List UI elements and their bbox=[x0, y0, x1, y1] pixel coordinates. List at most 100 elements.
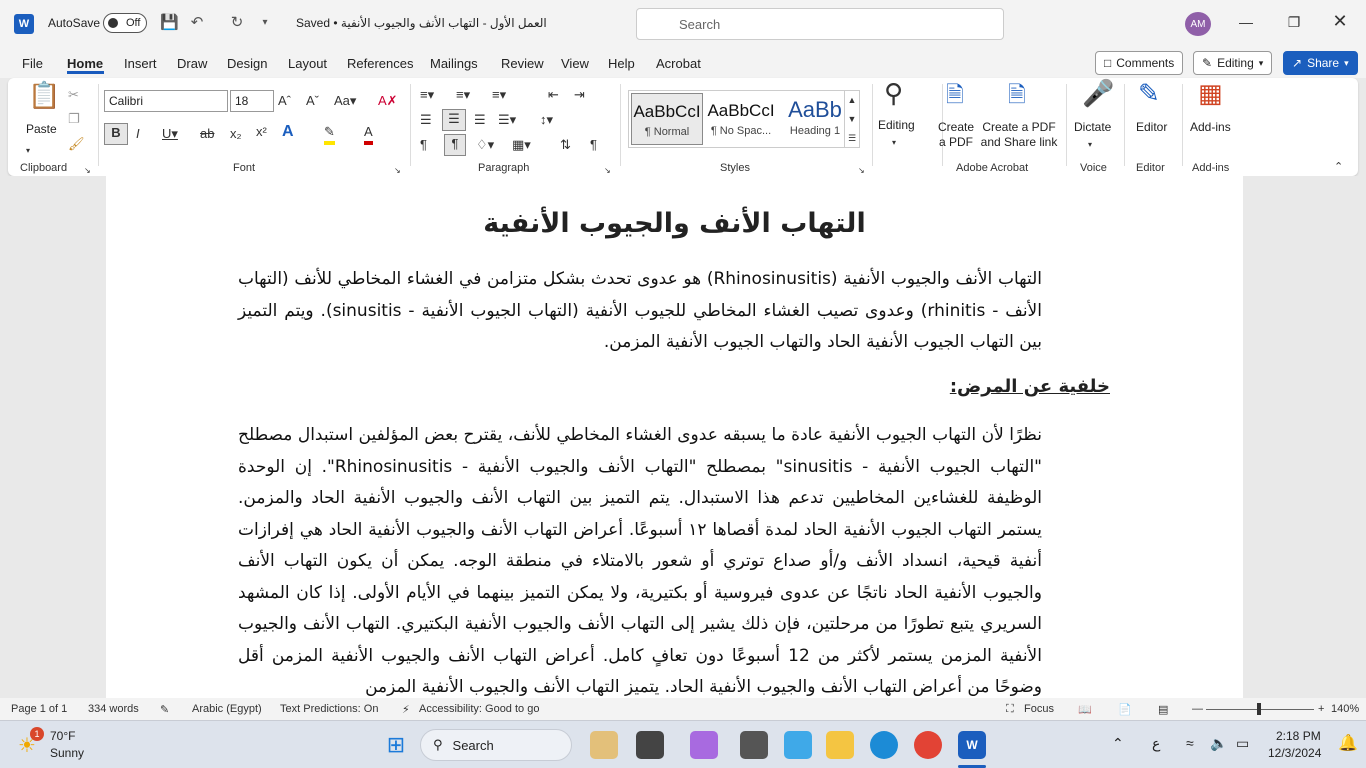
borders-icon[interactable]: ▦▾ bbox=[512, 136, 531, 154]
strikethrough-icon[interactable]: ab bbox=[200, 125, 214, 143]
user-avatar[interactable]: AM bbox=[1185, 12, 1211, 36]
create-pdf-share-button[interactable]: Create a PDF and Share link bbox=[978, 120, 1060, 150]
app-icon[interactable] bbox=[740, 731, 768, 759]
save-icon[interactable]: 💾 bbox=[160, 14, 179, 32]
close-icon[interactable]: ✕ bbox=[1330, 11, 1350, 32]
align-right-icon[interactable]: ☰ bbox=[474, 111, 486, 129]
multilevel-list-icon[interactable]: ≡▾ bbox=[492, 86, 506, 104]
search-input[interactable]: Search bbox=[636, 8, 1004, 40]
tab-file[interactable]: File bbox=[22, 56, 43, 71]
zoom-out-icon[interactable]: — bbox=[1192, 703, 1203, 715]
tab-design[interactable]: Design bbox=[227, 56, 267, 71]
windows-start-icon[interactable]: ⊞ bbox=[382, 732, 410, 760]
text-effects-icon[interactable]: A bbox=[282, 123, 294, 141]
battery-icon[interactable]: ▭ bbox=[1236, 735, 1249, 752]
settings-app-icon[interactable] bbox=[784, 731, 812, 759]
microphone-icon[interactable]: 🎤 bbox=[1082, 80, 1114, 106]
superscript-icon[interactable]: x² bbox=[256, 123, 267, 141]
clock-time[interactable]: 2:18 PM bbox=[1276, 729, 1321, 743]
comments-button[interactable]: □ Comments bbox=[1095, 51, 1184, 75]
restore-icon[interactable]: ❐ bbox=[1284, 14, 1304, 31]
ltr-direction-icon[interactable]: ¶ bbox=[420, 136, 427, 154]
bullets-icon[interactable]: ≡▾ bbox=[420, 86, 434, 104]
rtl-direction-icon[interactable]: ¶ bbox=[444, 134, 466, 156]
taskbar-search[interactable]: ⚲ Search bbox=[420, 729, 572, 761]
sort-icon[interactable]: ⇅ bbox=[560, 136, 571, 154]
format-painter-icon[interactable]: 🖌 bbox=[68, 135, 85, 153]
editor-icon[interactable]: ✎ bbox=[1138, 80, 1160, 106]
undo-icon[interactable]: ↶ bbox=[188, 14, 206, 32]
read-mode-icon[interactable]: 📖 bbox=[1078, 703, 1092, 716]
italic-icon[interactable]: I bbox=[136, 125, 140, 143]
input-language[interactable]: ع bbox=[1152, 735, 1160, 752]
line-spacing-icon[interactable]: ↕▾ bbox=[540, 111, 553, 129]
create-pdf-button[interactable]: Create a PDF bbox=[934, 120, 978, 150]
file-explorer-icon[interactable] bbox=[826, 731, 854, 759]
dictate-button[interactable]: Dictate bbox=[1074, 120, 1111, 135]
editing-group-button[interactable]: Editing bbox=[878, 118, 915, 133]
grow-font-icon[interactable]: Aˆ bbox=[278, 92, 291, 110]
document-page[interactable]: التهاب الأنف والجيوب الأنفية التهاب الأن… bbox=[106, 176, 1243, 698]
accessibility-icon[interactable]: ⚡ bbox=[402, 703, 410, 716]
find-icon[interactable]: ⚲ bbox=[884, 80, 903, 106]
add-ins-button[interactable]: Add-ins bbox=[1190, 120, 1231, 135]
style-no-spacing[interactable]: AaBbCcI ¶ No Spac... bbox=[705, 93, 777, 145]
shading-icon[interactable]: ♢▾ bbox=[476, 136, 494, 154]
word-taskbar-icon[interactable]: W bbox=[958, 731, 986, 759]
tab-draw[interactable]: Draw bbox=[177, 56, 207, 71]
weather-temp[interactable]: 70°F bbox=[50, 729, 75, 743]
font-name-combo[interactable]: Calibri bbox=[104, 90, 228, 112]
styles-scroll-icon[interactable]: ▲ ▼ ☰ bbox=[844, 90, 860, 148]
font-color-icon[interactable]: A bbox=[364, 123, 373, 145]
zoom-thumb[interactable] bbox=[1257, 703, 1261, 715]
clear-formatting-icon[interactable]: A✗ bbox=[378, 92, 398, 110]
increase-indent-icon[interactable]: ⇥ bbox=[574, 86, 585, 104]
add-ins-icon[interactable]: ▦ bbox=[1198, 80, 1223, 106]
editing-mode-button[interactable]: ✎ Editing ▾ bbox=[1193, 51, 1273, 75]
clock-date[interactable]: 12/3/2024 bbox=[1268, 746, 1321, 760]
zoom-in-icon[interactable]: + bbox=[1318, 703, 1324, 715]
web-layout-icon[interactable]: ▤ bbox=[1158, 703, 1168, 716]
word-count[interactable]: 334 words bbox=[88, 703, 139, 715]
customize-toolbar-icon[interactable]: ▾ bbox=[256, 14, 274, 32]
editor-button[interactable]: Editor bbox=[1136, 120, 1167, 135]
highlight-color-icon[interactable]: ✎ bbox=[324, 123, 335, 145]
create-pdf-icon[interactable]: 🗎 bbox=[946, 84, 964, 106]
volume-icon[interactable]: 🔈 bbox=[1210, 735, 1227, 752]
tab-references[interactable]: References bbox=[347, 56, 413, 71]
underline-icon[interactable]: U▾ bbox=[162, 125, 178, 143]
language-indicator[interactable]: Arabic (Egypt) bbox=[192, 703, 262, 715]
tab-view[interactable]: View bbox=[561, 56, 589, 71]
task-view-icon[interactable] bbox=[636, 731, 664, 759]
copilot-icon[interactable] bbox=[690, 731, 718, 759]
cut-icon[interactable]: ✂ bbox=[68, 86, 79, 104]
font-size-combo[interactable]: 18 bbox=[230, 90, 274, 112]
bold-icon[interactable]: B bbox=[104, 123, 128, 145]
chevron-up-icon[interactable]: ⌃ bbox=[1112, 735, 1124, 752]
wifi-icon[interactable]: ≈ bbox=[1186, 735, 1194, 751]
paste-button[interactable]: Paste bbox=[26, 122, 57, 137]
text-predictions[interactable]: Text Predictions: On bbox=[280, 703, 378, 715]
style-normal[interactable]: AaBbCcI ¶ Normal bbox=[631, 93, 703, 145]
focus-mode[interactable]: Focus bbox=[1024, 703, 1054, 715]
align-left-icon[interactable]: ☰ bbox=[420, 111, 432, 129]
redo-icon[interactable]: ↻ bbox=[228, 14, 246, 32]
collapse-ribbon-icon[interactable]: ⌃ bbox=[1334, 158, 1343, 176]
chrome-icon[interactable] bbox=[914, 731, 942, 759]
copy-icon[interactable]: ❐ bbox=[68, 110, 80, 128]
change-case-icon[interactable]: Aa▾ bbox=[334, 92, 356, 110]
tab-help[interactable]: Help bbox=[608, 56, 635, 71]
tab-review[interactable]: Review bbox=[501, 56, 544, 71]
tab-acrobat[interactable]: Acrobat bbox=[656, 56, 701, 71]
style-heading-1[interactable]: AaBb Heading 1 bbox=[779, 93, 851, 145]
tab-layout[interactable]: Layout bbox=[288, 56, 327, 71]
decrease-indent-icon[interactable]: ⇤ bbox=[548, 86, 559, 104]
focus-icon[interactable]: ⛶ bbox=[1006, 703, 1014, 716]
shrink-font-icon[interactable]: Aˇ bbox=[306, 92, 319, 110]
justify-icon[interactable]: ☰▾ bbox=[498, 111, 516, 129]
paste-icon[interactable]: 📋 bbox=[28, 82, 60, 108]
create-pdf-share-icon[interactable]: 🗎 bbox=[1008, 84, 1026, 106]
tab-mailings[interactable]: Mailings bbox=[430, 56, 478, 71]
widget-app-icon[interactable] bbox=[590, 731, 618, 759]
weather-condition[interactable]: Sunny bbox=[50, 746, 84, 760]
